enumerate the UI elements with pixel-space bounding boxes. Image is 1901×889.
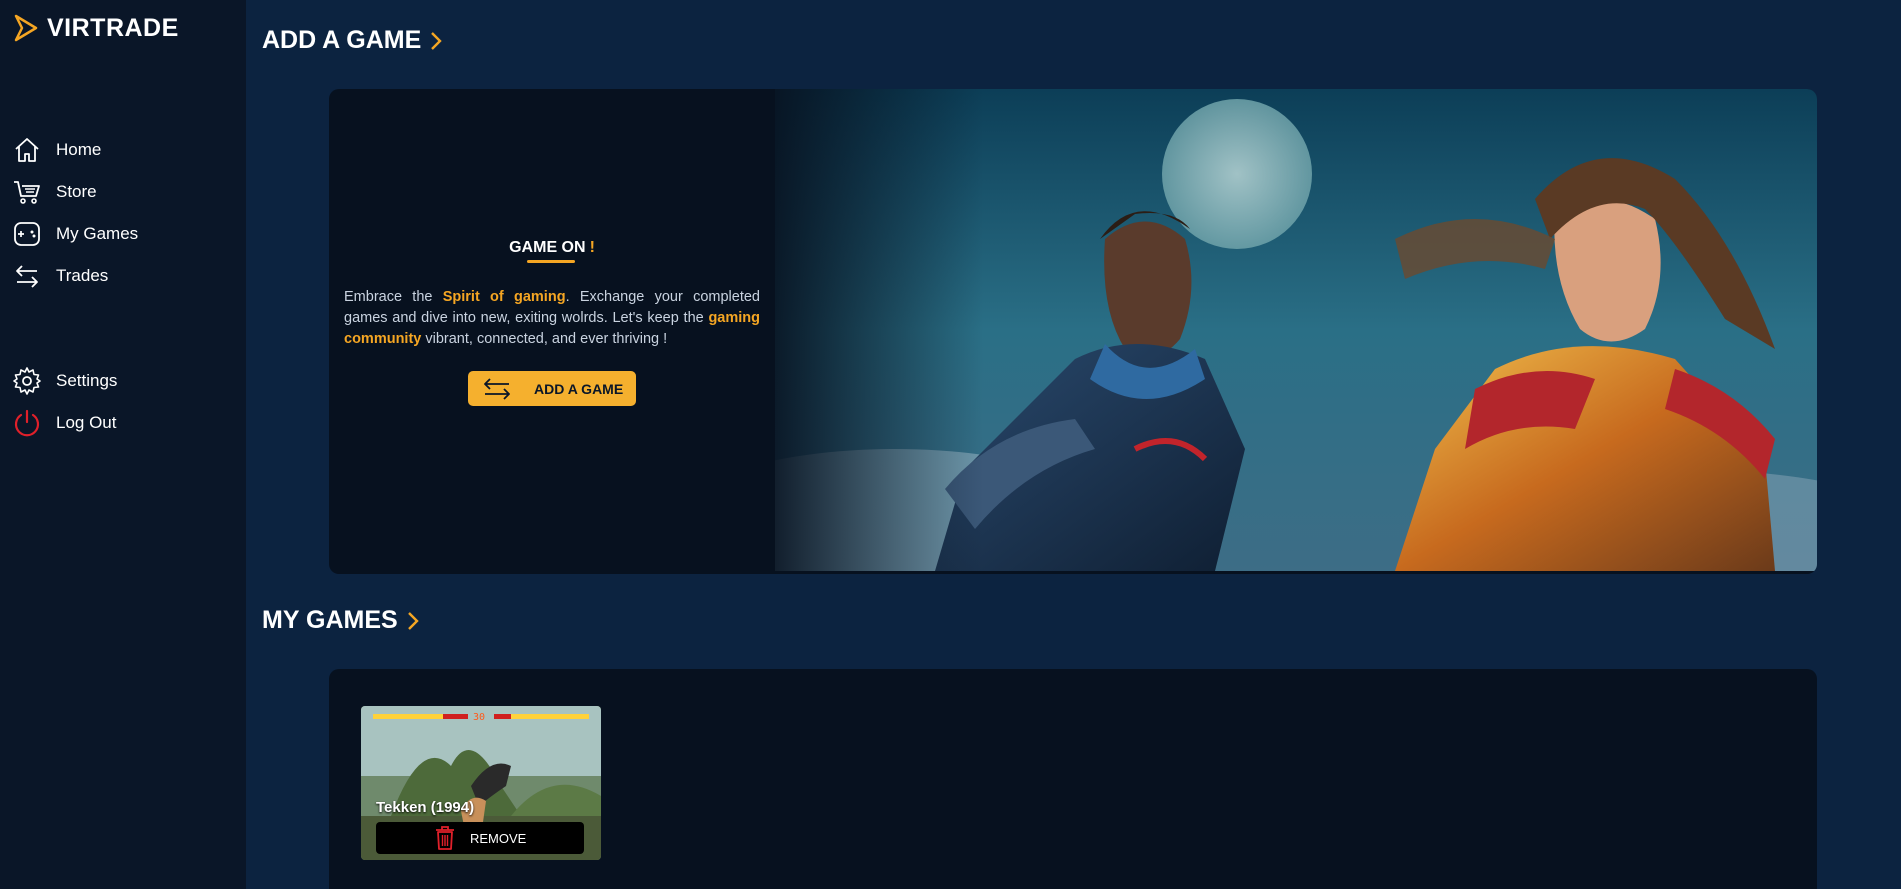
swap-arrows-icon [16,265,38,288]
nav-item-home[interactable]: Home [12,132,232,168]
chevron-right-icon [407,611,419,630]
remove-game-label: REMOVE [470,830,527,846]
nav-label-my-games: My Games [56,224,139,243]
nav-item-logout[interactable]: Log Out [12,405,232,441]
hero-title-text: GAME ON [509,239,586,256]
section-title-my-games[interactable]: MY GAMES [262,606,420,635]
trash-icon [436,826,454,850]
power-icon [14,409,40,437]
game-title: Tekken (1994) [376,799,475,816]
gear-icon [13,367,41,395]
hero-title-mark: ! [589,239,595,256]
hero-title-underline [527,260,575,263]
nav-label-settings: Settings [56,371,118,390]
section-title-add-game-label: ADD A GAME [262,26,422,54]
brand-logo[interactable]: VIRTRADE [13,13,179,43]
chevron-right-icon [431,31,442,50]
game-card[interactable]: 30 Tekken (1994) REMOVE [361,706,601,860]
hero-description: Embrace the Spirit of gaming. Exchange y… [344,287,760,350]
gamepad-icon [14,222,40,246]
hero-illustration [775,89,1817,571]
svg-text:30: 30 [473,712,485,723]
nav-label-store: Store [56,182,97,201]
hero-body-part-3: vibrant, connected, and ever thriving ! [421,331,668,347]
cart-icon [14,181,40,204]
nav-label-home: Home [56,140,102,159]
section-title-my-games-label: MY GAMES [262,606,398,634]
nav-item-trades[interactable]: Trades [12,258,232,294]
hero-title: GAME ON! [329,239,775,257]
hero-highlight-spirit: Spirit of gaming [442,289,566,305]
nav-item-settings[interactable]: Settings [12,363,232,399]
section-title-add-game[interactable]: ADD A GAME [262,26,443,55]
remove-game-button[interactable]: REMOVE [376,822,584,854]
nav-label-trades: Trades [56,266,109,285]
add-game-button[interactable]: ADD A GAME [468,371,636,406]
nav-label-logout: Log Out [56,413,117,432]
sidebar: VIRTRADE Home Store My Games Trades Sett… [0,0,246,889]
hero-body-part-1: Embrace the [344,289,443,305]
brand-name: VIRTRADE [47,13,179,42]
nav-item-store[interactable]: Store [12,174,232,210]
swap-arrows-icon [484,377,510,400]
home-icon [15,138,39,162]
nav-item-my-games[interactable]: My Games [12,216,232,252]
add-game-hero: GAME ON! Embrace the Spirit of gaming. E… [329,89,1817,574]
hero-text-panel: GAME ON! Embrace the Spirit of gaming. E… [329,89,775,574]
hero-artwork [775,89,1817,571]
my-games-panel: 30 Tekken (1994) REMOVE [329,669,1817,889]
play-logo-icon [14,14,38,42]
add-game-button-label: ADD A GAME [534,380,624,397]
